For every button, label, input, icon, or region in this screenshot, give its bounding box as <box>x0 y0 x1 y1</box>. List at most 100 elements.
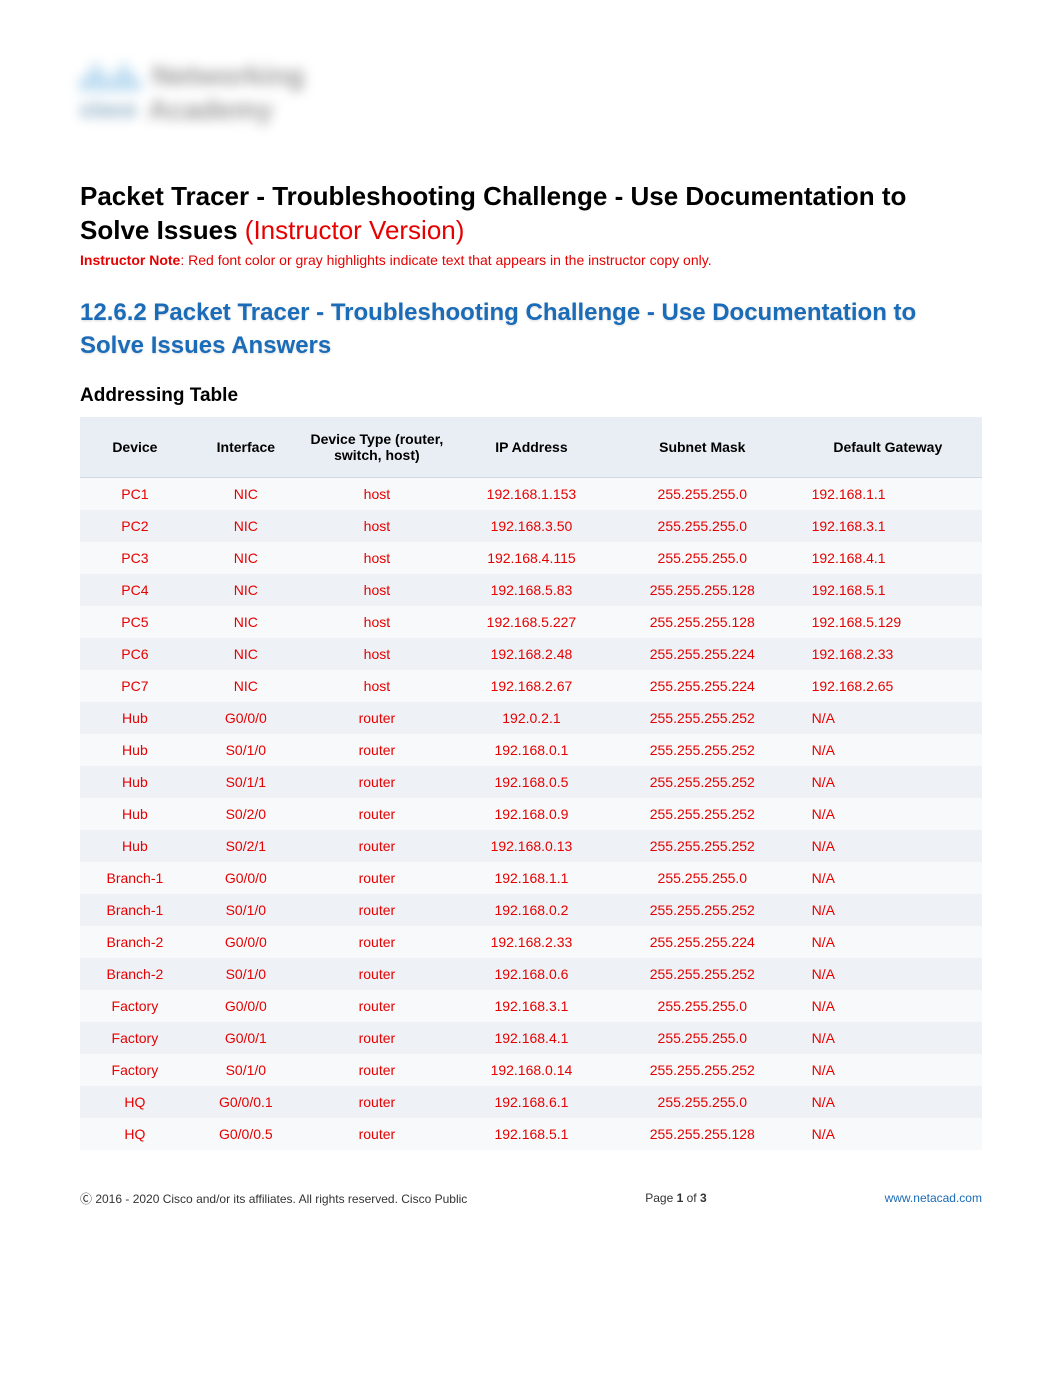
cell-mask: 255.255.255.252 <box>611 1054 794 1086</box>
cell-mask: 255.255.255.0 <box>611 477 794 510</box>
cell-gateway: 192.168.5.1 <box>794 574 982 606</box>
cell-mask: 255.255.255.252 <box>611 894 794 926</box>
cell-interface: NIC <box>190 574 302 606</box>
cell-ip: 192.168.6.1 <box>452 1086 611 1118</box>
cell-ip: 192.168.0.13 <box>452 830 611 862</box>
cell-device: PC2 <box>80 510 190 542</box>
cell-ip: 192.168.0.2 <box>452 894 611 926</box>
footer-link[interactable]: www.netacad.com <box>885 1191 982 1205</box>
table-row: PC3NIChost192.168.4.115255.255.255.0192.… <box>80 542 982 574</box>
cell-type: router <box>302 958 452 990</box>
cell-interface: G0/0/0 <box>190 862 302 894</box>
cell-mask: 255.255.255.252 <box>611 798 794 830</box>
cell-gateway: N/A <box>794 1086 982 1118</box>
cell-mask: 255.255.255.0 <box>611 510 794 542</box>
cell-type: host <box>302 670 452 702</box>
cell-mask: 255.255.255.0 <box>611 1022 794 1054</box>
cell-gateway: N/A <box>794 926 982 958</box>
cell-device: Hub <box>80 766 190 798</box>
cell-interface: S0/1/0 <box>190 958 302 990</box>
cell-type: host <box>302 510 452 542</box>
cell-interface: NIC <box>190 542 302 574</box>
cell-mask: 255.255.255.0 <box>611 862 794 894</box>
table-row: HQG0/0/0.1router192.168.6.1255.255.255.0… <box>80 1086 982 1118</box>
cell-ip: 192.168.0.1 <box>452 734 611 766</box>
logo-text-academy: Academy <box>148 94 273 126</box>
table-row: HQG0/0/0.5router192.168.5.1255.255.255.1… <box>80 1118 982 1150</box>
cell-interface: G0/0/0 <box>190 702 302 734</box>
cell-device: Branch-2 <box>80 926 190 958</box>
answers-heading-link[interactable]: 12.6.2 Packet Tracer - Troubleshooting C… <box>80 296 982 363</box>
cell-interface: NIC <box>190 638 302 670</box>
logo: Networking cisco Academy <box>80 60 400 155</box>
cell-device: Hub <box>80 734 190 766</box>
cell-gateway: N/A <box>794 1118 982 1150</box>
cell-ip: 192.168.1.1 <box>452 862 611 894</box>
cell-interface: S0/2/1 <box>190 830 302 862</box>
table-row: HubS0/2/0router192.168.0.9255.255.255.25… <box>80 798 982 830</box>
cell-gateway: N/A <box>794 702 982 734</box>
table-row: HubS0/1/1router192.168.0.5255.255.255.25… <box>80 766 982 798</box>
cell-ip: 192.168.0.6 <box>452 958 611 990</box>
cell-ip: 192.168.3.1 <box>452 990 611 1022</box>
cell-type: router <box>302 1086 452 1118</box>
cell-type: host <box>302 638 452 670</box>
cell-mask: 255.255.255.0 <box>611 990 794 1022</box>
cell-device: PC5 <box>80 606 190 638</box>
cell-gateway: 192.168.5.129 <box>794 606 982 638</box>
table-row: Branch-2G0/0/0router192.168.2.33255.255.… <box>80 926 982 958</box>
cell-interface: G0/0/0 <box>190 926 302 958</box>
cell-mask: 255.255.255.252 <box>611 830 794 862</box>
cell-mask: 255.255.255.0 <box>611 1086 794 1118</box>
cell-ip: 192.168.0.9 <box>452 798 611 830</box>
cell-mask: 255.255.255.252 <box>611 702 794 734</box>
cell-ip: 192.168.5.83 <box>452 574 611 606</box>
cell-device: PC7 <box>80 670 190 702</box>
cell-device: PC1 <box>80 477 190 510</box>
table-row: Branch-1S0/1/0router192.168.0.2255.255.2… <box>80 894 982 926</box>
logo-text-cisco: cisco <box>80 97 136 123</box>
cell-device: HQ <box>80 1118 190 1150</box>
col-ip: IP Address <box>452 417 611 478</box>
cell-type: host <box>302 477 452 510</box>
cell-type: host <box>302 542 452 574</box>
cell-mask: 255.255.255.252 <box>611 766 794 798</box>
cell-ip: 192.168.5.1 <box>452 1118 611 1150</box>
cell-device: Factory <box>80 990 190 1022</box>
table-row: PC2NIChost192.168.3.50255.255.255.0192.1… <box>80 510 982 542</box>
instructor-note-text: : Red font color or gray highlights indi… <box>180 252 711 268</box>
cell-type: router <box>302 1022 452 1054</box>
cell-device: Branch-1 <box>80 894 190 926</box>
cell-mask: 255.255.255.128 <box>611 1118 794 1150</box>
cell-gateway: 192.168.2.65 <box>794 670 982 702</box>
cell-gateway: N/A <box>794 958 982 990</box>
instructor-note-label: Instructor Note <box>80 252 180 268</box>
cell-gateway: N/A <box>794 990 982 1022</box>
cell-mask: 255.255.255.252 <box>611 734 794 766</box>
cell-type: router <box>302 926 452 958</box>
cell-interface: NIC <box>190 670 302 702</box>
table-row: PC1NIChost192.168.1.153255.255.255.0192.… <box>80 477 982 510</box>
col-device-type: Device Type (router, switch, host) <box>302 417 452 478</box>
table-row: PC7NIChost192.168.2.67255.255.255.224192… <box>80 670 982 702</box>
footer-copyright: Ⓒ 2016 - 2020 Cisco and/or its affiliate… <box>80 1190 467 1207</box>
footer: Ⓒ 2016 - 2020 Cisco and/or its affiliate… <box>80 1190 982 1207</box>
cell-ip: 192.168.5.227 <box>452 606 611 638</box>
cell-gateway: N/A <box>794 766 982 798</box>
cell-device: HQ <box>80 1086 190 1118</box>
col-mask: Subnet Mask <box>611 417 794 478</box>
cell-mask: 255.255.255.128 <box>611 606 794 638</box>
cell-gateway: N/A <box>794 734 982 766</box>
col-gateway: Default Gateway <box>794 417 982 478</box>
cell-mask: 255.255.255.0 <box>611 542 794 574</box>
cell-device: Branch-2 <box>80 958 190 990</box>
footer-page: Page 1 of 3 <box>645 1191 706 1205</box>
table-row: HubS0/2/1router192.168.0.13255.255.255.2… <box>80 830 982 862</box>
cell-gateway: N/A <box>794 1054 982 1086</box>
table-row: HubS0/1/0router192.168.0.1255.255.255.25… <box>80 734 982 766</box>
cell-ip: 192.168.0.5 <box>452 766 611 798</box>
cell-gateway: 192.168.3.1 <box>794 510 982 542</box>
cell-device: Factory <box>80 1054 190 1086</box>
table-row: FactoryG0/0/1router192.168.4.1255.255.25… <box>80 1022 982 1054</box>
col-interface: Interface <box>190 417 302 478</box>
